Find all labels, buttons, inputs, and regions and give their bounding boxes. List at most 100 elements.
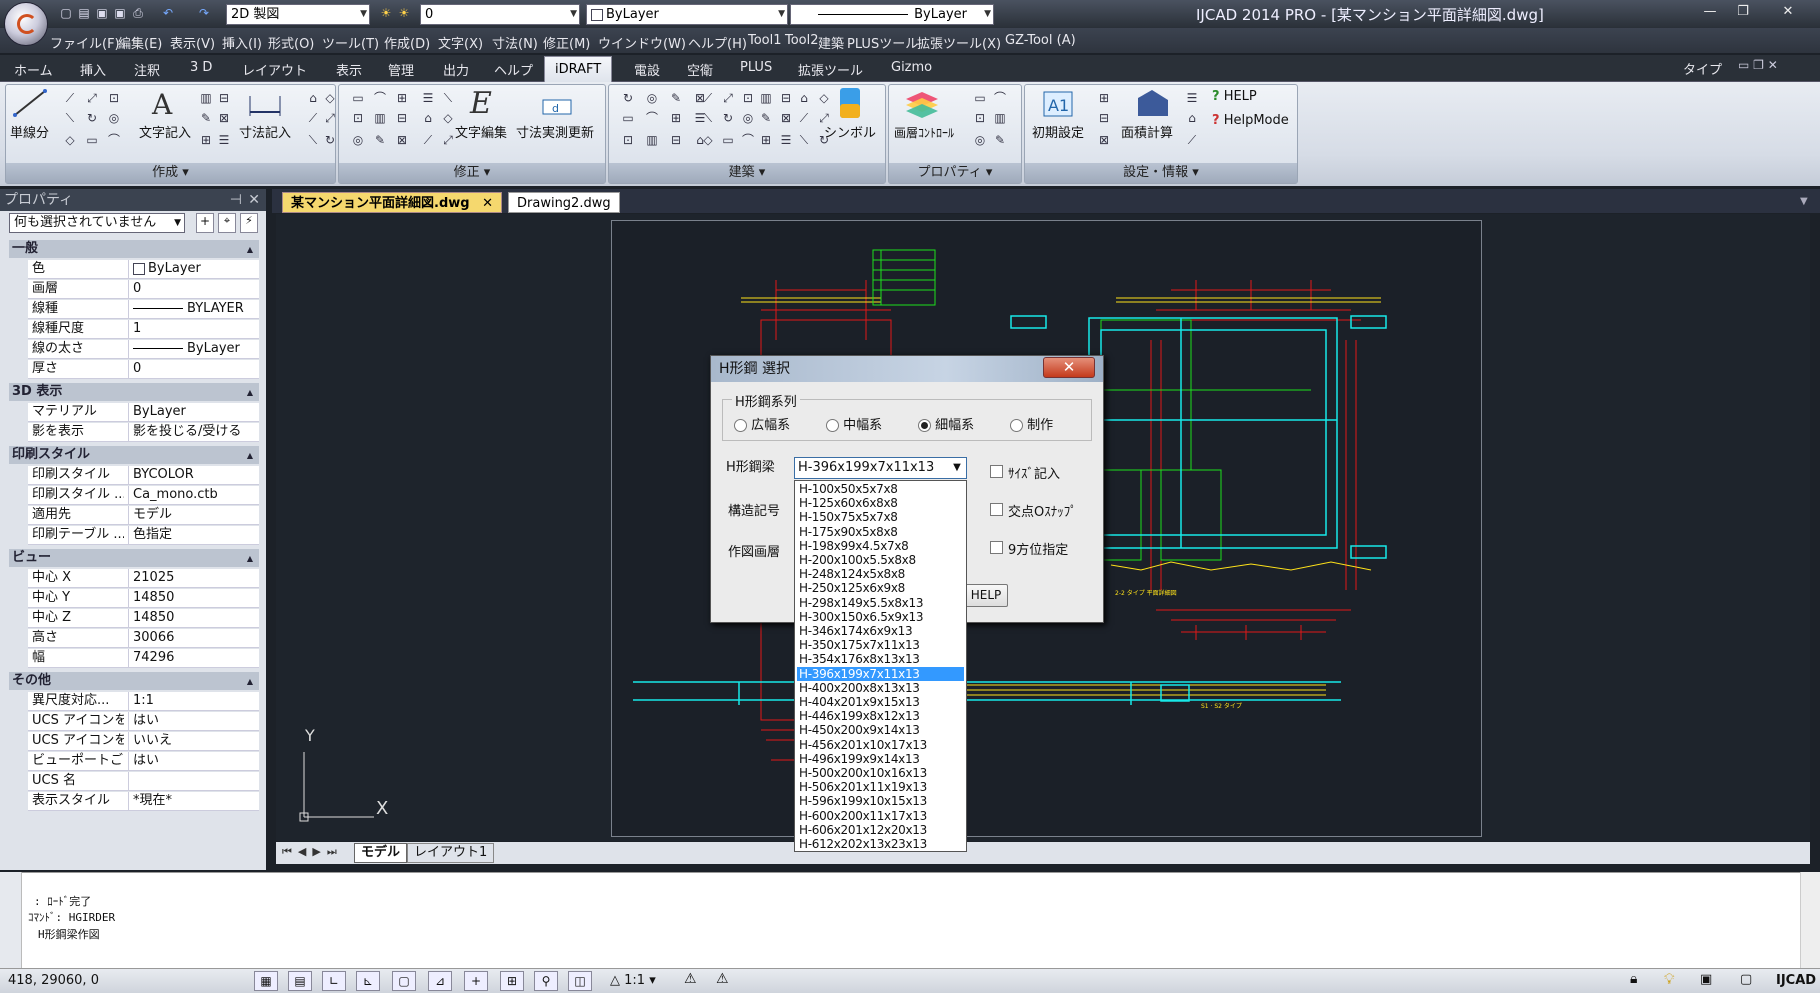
ribbon-tool-icon[interactable]: ▥ [992, 110, 1008, 126]
ribbon-tab-12[interactable]: PLUS [740, 60, 772, 75]
initial-settings-button[interactable]: 初期設定 [1032, 122, 1084, 141]
ribbon-tool-icon[interactable]: ⊟ [668, 132, 684, 148]
prop-row[interactable]: 中心 X 21025 [28, 569, 259, 588]
prop-value[interactable]: 0 [128, 360, 259, 379]
h-beam-option[interactable]: H-446x199x8x12x13 [797, 709, 964, 723]
bulb-status-icon[interactable]: 💡︎ [1664, 970, 1675, 988]
ribbon-tool-icon[interactable]: ⤢ [440, 132, 456, 148]
dialog-close-button[interactable]: ✕ [1043, 357, 1095, 378]
prop-row[interactable]: 線種尺度 1 [28, 320, 259, 339]
prop-row[interactable]: 印刷スタイル ... Ca_mono.ctb [28, 486, 259, 505]
prop-value[interactable]: Ca_mono.ctb [128, 486, 259, 505]
prop-row[interactable]: UCS 名 [28, 772, 259, 791]
ribbon-tool-icon[interactable]: ⤢ [84, 90, 100, 106]
prop-section-3[interactable]: ビュー ▲ [9, 549, 259, 567]
ribbon-tool-icon[interactable]: ⌂ [796, 90, 812, 106]
menu-5[interactable]: ツール(T) [322, 33, 379, 52]
ribbon-tool-icon[interactable]: ▥ [758, 90, 774, 106]
prop-value[interactable]: はい [128, 752, 259, 771]
annotation-visibility-icon[interactable]: ⚠ [684, 971, 697, 987]
prop-value[interactable]: モデル [128, 506, 259, 525]
ribbon-tool-icon[interactable]: ⊞ [668, 110, 684, 126]
status-toggle-icon[interactable]: ◫ [568, 971, 592, 991]
prop-row[interactable]: 印刷スタイル BYCOLOR [28, 466, 259, 485]
h-beam-option[interactable]: H-125x60x6x8x8 [797, 496, 964, 510]
ribbon-tool-icon[interactable]: ▥ [372, 110, 388, 126]
menu-15[interactable]: PLUSツール [847, 33, 918, 52]
ribbon-tool-icon[interactable]: ↻ [620, 90, 636, 106]
ribbon-tool-icon[interactable]: ⤢ [816, 110, 832, 126]
prop-row[interactable]: 中心 Z 14850 [28, 609, 259, 628]
ribbon-tab-1[interactable]: 挿入 [80, 60, 106, 79]
dimension-input-button[interactable]: 寸法記入 [239, 122, 291, 141]
ribbon-tool-icon[interactable]: ⊠ [1096, 132, 1112, 148]
maximize-button[interactable]: ❐ [1728, 2, 1758, 22]
ribbon-tool-icon[interactable]: ⊞ [1096, 90, 1112, 106]
ribbon-tool-icon[interactable]: ⊞ [758, 132, 774, 148]
menu-4[interactable]: 形式(O) [268, 33, 314, 52]
prop-row[interactable]: UCS アイコンを... はい [28, 712, 259, 731]
h-beam-option[interactable]: H-250x125x6x9x8 [797, 581, 964, 595]
prop-value[interactable]: はい [128, 712, 259, 731]
open-file-icon[interactable]: ▤ [76, 5, 92, 21]
h-beam-option[interactable]: H-396x199x7x11x13 [797, 666, 964, 681]
pin-icon[interactable]: ⊣ [230, 189, 242, 211]
save-as-icon[interactable]: ▣ [112, 5, 128, 21]
menu-12[interactable]: Tool1 [748, 33, 782, 48]
h-beam-option[interactable]: H-248x124x5x8x8 [797, 567, 964, 581]
h-beam-option[interactable]: H-456x201x10x17x13 [797, 738, 964, 752]
save-icon[interactable]: ▣ [94, 5, 110, 21]
h-beam-option[interactable]: H-200x100x5.5x8x8 [797, 553, 964, 567]
ribbon-tool-icon[interactable]: ↻ [84, 110, 100, 126]
panel-close-icon[interactable]: ✕ [248, 189, 260, 211]
h-beam-option[interactable]: H-612x202x13x23x13 [797, 837, 964, 851]
h-beam-option[interactable]: H-300x150x6.5x9x13 [797, 610, 964, 624]
ribbon-tool-icon[interactable]: ↻ [816, 132, 832, 148]
h-beam-option[interactable]: H-346x174x6x9x13 [797, 624, 964, 638]
collapse-icon[interactable]: ▲ [247, 673, 253, 691]
clean-screen-icon[interactable]: ▢ [1740, 972, 1752, 987]
ribbon-tool-icon[interactable]: ⊡ [106, 90, 122, 106]
ribbon-tab-6[interactable]: 管理 [388, 60, 414, 79]
ribbon-tab-3[interactable]: 3 D [190, 60, 212, 75]
toggle-pickadd-icon[interactable]: + [196, 213, 214, 233]
status-toggle-icon[interactable]: ⚲ [534, 971, 558, 991]
ribbon-tool-icon[interactable]: ▥ [198, 90, 214, 106]
size-entry-checkbox[interactable] [990, 465, 1003, 478]
status-toggle-icon[interactable]: ⊿ [428, 971, 452, 991]
ribbon-tool-icon[interactable]: ◇ [62, 132, 78, 148]
quick-select-icon[interactable]: ⚡ [240, 213, 258, 233]
menu-17[interactable]: GZ-Tool (A) [1005, 33, 1076, 48]
menu-7[interactable]: 文字(X) [438, 33, 483, 52]
prop-value[interactable]: 14850 [128, 609, 259, 628]
ribbon-tab-5[interactable]: 表示 [336, 60, 362, 79]
prop-row[interactable]: 適用先 モデル [28, 506, 259, 525]
ribbon-tool-icon[interactable]: ⌂ [420, 110, 436, 126]
ribbon-tool-icon[interactable]: ⟍ [305, 132, 321, 148]
doc-tab-close-icon[interactable]: ✕ [482, 196, 493, 211]
h-beam-option[interactable]: H-354x176x8x13x13 [797, 652, 964, 666]
menu-1[interactable]: 編集(E) [118, 33, 162, 52]
h-beam-option[interactable]: H-404x201x9x15x13 [797, 695, 964, 709]
h-beam-option[interactable]: H-100x50x5x7x8 [797, 482, 964, 496]
ribbon-tool-icon[interactable]: ⊟ [216, 90, 232, 106]
tab-model[interactable]: モデル [354, 843, 408, 863]
lock-icon[interactable]: 🔒︎ [1630, 971, 1637, 987]
ribbon-tool-icon[interactable]: ▭ [84, 132, 100, 148]
ribbon-tool-icon[interactable]: ⊡ [350, 110, 366, 126]
ribbon-tool-icon[interactable]: ☰ [420, 90, 436, 106]
menu-9[interactable]: 修正(M) [543, 33, 590, 52]
prop-value[interactable]: 0 [128, 280, 259, 299]
ribbon-tool-icon[interactable]: ✎ [198, 110, 214, 126]
ribbon-tool-icon[interactable]: ⟍ [796, 132, 812, 148]
h-beam-option[interactable]: H-198x99x4.5x7x8 [797, 539, 964, 553]
ribbon-tool-icon[interactable]: ↻ [322, 132, 338, 148]
close-button[interactable]: ✕ [1768, 2, 1808, 22]
status-toggle-icon[interactable]: ⊞ [500, 971, 524, 991]
ribbon-tool-icon[interactable]: ✎ [992, 132, 1008, 148]
status-toggle-icon[interactable]: ▢ [392, 971, 416, 991]
ribbon-tool-icon[interactable]: ⌂ [1184, 110, 1200, 126]
ribbon-tool-icon[interactable]: ▥ [644, 132, 660, 148]
layer-combo[interactable]: 0 ▼ [420, 4, 580, 25]
prop-value[interactable]: BYLAYER [128, 300, 259, 319]
